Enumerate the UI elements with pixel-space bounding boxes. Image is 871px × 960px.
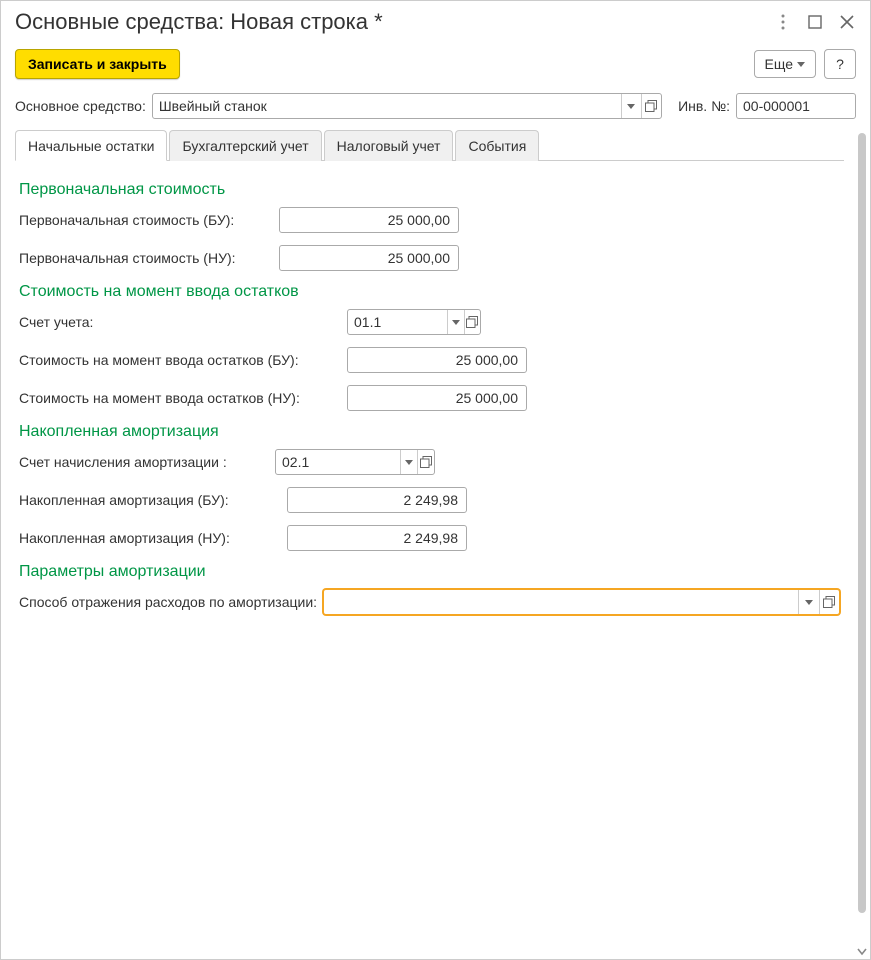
inv-label: Инв. №:: [678, 98, 730, 114]
init-cost-bu-input[interactable]: [279, 207, 459, 233]
tab-events[interactable]: События: [455, 130, 539, 161]
asset-input[interactable]: [153, 94, 621, 118]
expense-method-open-icon[interactable]: [819, 590, 839, 614]
entry-cost-nu-label: Стоимость на момент ввода остатков (НУ):: [19, 390, 341, 406]
kebab-menu-icon[interactable]: [774, 13, 792, 31]
accum-depr-nu-label: Накопленная амортизация (НУ):: [19, 530, 281, 546]
depr-account-combo[interactable]: [275, 449, 435, 475]
window: Основные средства: Новая строка * Записа…: [0, 0, 871, 960]
depr-account-label: Счет начисления амортизации :: [19, 454, 269, 470]
accum-depr-bu-input[interactable]: [287, 487, 467, 513]
tab-initial-balances[interactable]: Начальные остатки: [15, 130, 167, 161]
row-entry-cost-nu: Стоимость на момент ввода остатков (НУ):: [19, 385, 840, 411]
tab-panel-initial-balances: Первоначальная стоимость Первоначальная …: [15, 161, 844, 631]
toolbar: Записать и закрыть Еще ?: [1, 39, 870, 89]
header-row: Основное средство: Инв. №:: [1, 89, 870, 129]
section-accum-depr: Накопленная амортизация: [19, 423, 840, 441]
row-account: Счет учета:: [19, 309, 840, 335]
expense-method-input[interactable]: [324, 590, 798, 614]
init-cost-nu-label: Первоначальная стоимость (НУ):: [19, 250, 273, 266]
account-input[interactable]: [348, 310, 447, 334]
scroll-body: Начальные остатки Бухгалтерский учет Нал…: [1, 129, 858, 959]
asset-label: Основное средство:: [15, 98, 146, 114]
tab-tax-accounting[interactable]: Налоговый учет: [324, 130, 454, 161]
account-combo[interactable]: [347, 309, 481, 335]
close-icon[interactable]: [838, 13, 856, 31]
depr-account-open-icon[interactable]: [417, 450, 434, 474]
row-entry-cost-bu: Стоимость на момент ввода остатков (БУ):: [19, 347, 840, 373]
section-depr-params: Параметры амортизации: [19, 563, 840, 581]
entry-cost-bu-label: Стоимость на момент ввода остатков (БУ):: [19, 352, 341, 368]
expense-method-combo[interactable]: [323, 589, 840, 615]
scrollbar-down-icon[interactable]: [856, 947, 868, 957]
chevron-down-icon: [797, 62, 805, 67]
expense-method-dropdown-icon[interactable]: [798, 590, 818, 614]
tab-strip: Начальные остатки Бухгалтерский учет Нал…: [15, 129, 844, 161]
vertical-scrollbar[interactable]: [858, 133, 866, 955]
account-open-icon[interactable]: [464, 310, 480, 334]
window-title: Основные средства: Новая строка *: [15, 9, 774, 35]
scrollbar-thumb[interactable]: [858, 133, 866, 913]
more-button-label: Еще: [765, 56, 794, 72]
row-expense-method: Способ отражения расходов по амортизации…: [19, 589, 840, 615]
entry-cost-bu-input[interactable]: [347, 347, 527, 373]
row-init-cost-nu: Первоначальная стоимость (НУ):: [19, 245, 840, 271]
row-init-cost-bu: Первоначальная стоимость (БУ):: [19, 207, 840, 233]
help-button[interactable]: ?: [824, 49, 856, 79]
window-controls: [774, 13, 856, 31]
expense-method-label: Способ отражения расходов по амортизации…: [19, 594, 317, 610]
title-bar: Основные средства: Новая строка *: [1, 1, 870, 39]
accum-depr-bu-label: Накопленная амортизация (БУ):: [19, 492, 281, 508]
depr-account-dropdown-icon[interactable]: [400, 450, 417, 474]
init-cost-nu-input[interactable]: [279, 245, 459, 271]
tab-accounting[interactable]: Бухгалтерский учет: [169, 130, 321, 161]
row-accum-depr-nu: Накопленная амортизация (НУ):: [19, 525, 840, 551]
content-area: Начальные остатки Бухгалтерский учет Нал…: [1, 129, 870, 959]
more-button[interactable]: Еще: [754, 50, 817, 78]
asset-open-icon[interactable]: [641, 94, 661, 118]
init-cost-bu-label: Первоначальная стоимость (БУ):: [19, 212, 273, 228]
asset-dropdown-icon[interactable]: [621, 94, 641, 118]
row-accum-depr-bu: Накопленная амортизация (БУ):: [19, 487, 840, 513]
section-initial-cost: Первоначальная стоимость: [19, 181, 840, 199]
save-and-close-button[interactable]: Записать и закрыть: [15, 49, 180, 79]
maximize-icon[interactable]: [806, 13, 824, 31]
account-dropdown-icon[interactable]: [447, 310, 463, 334]
accum-depr-nu-input[interactable]: [287, 525, 467, 551]
account-label: Счет учета:: [19, 314, 341, 330]
inv-input[interactable]: [736, 93, 856, 119]
depr-account-input[interactable]: [276, 450, 400, 474]
section-cost-at-entry: Стоимость на момент ввода остатков: [19, 283, 840, 301]
asset-combo[interactable]: [152, 93, 662, 119]
row-depr-account: Счет начисления амортизации :: [19, 449, 840, 475]
entry-cost-nu-input[interactable]: [347, 385, 527, 411]
